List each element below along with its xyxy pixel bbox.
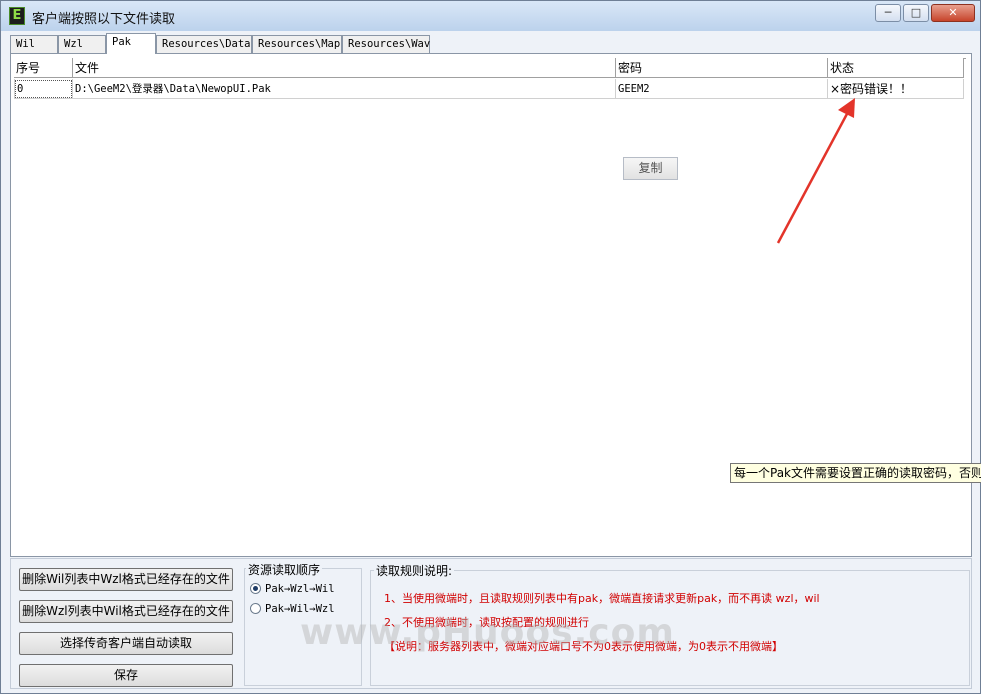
- tab-pak[interactable]: Pak: [106, 33, 156, 54]
- annotation-arrow-icon: [776, 98, 855, 244]
